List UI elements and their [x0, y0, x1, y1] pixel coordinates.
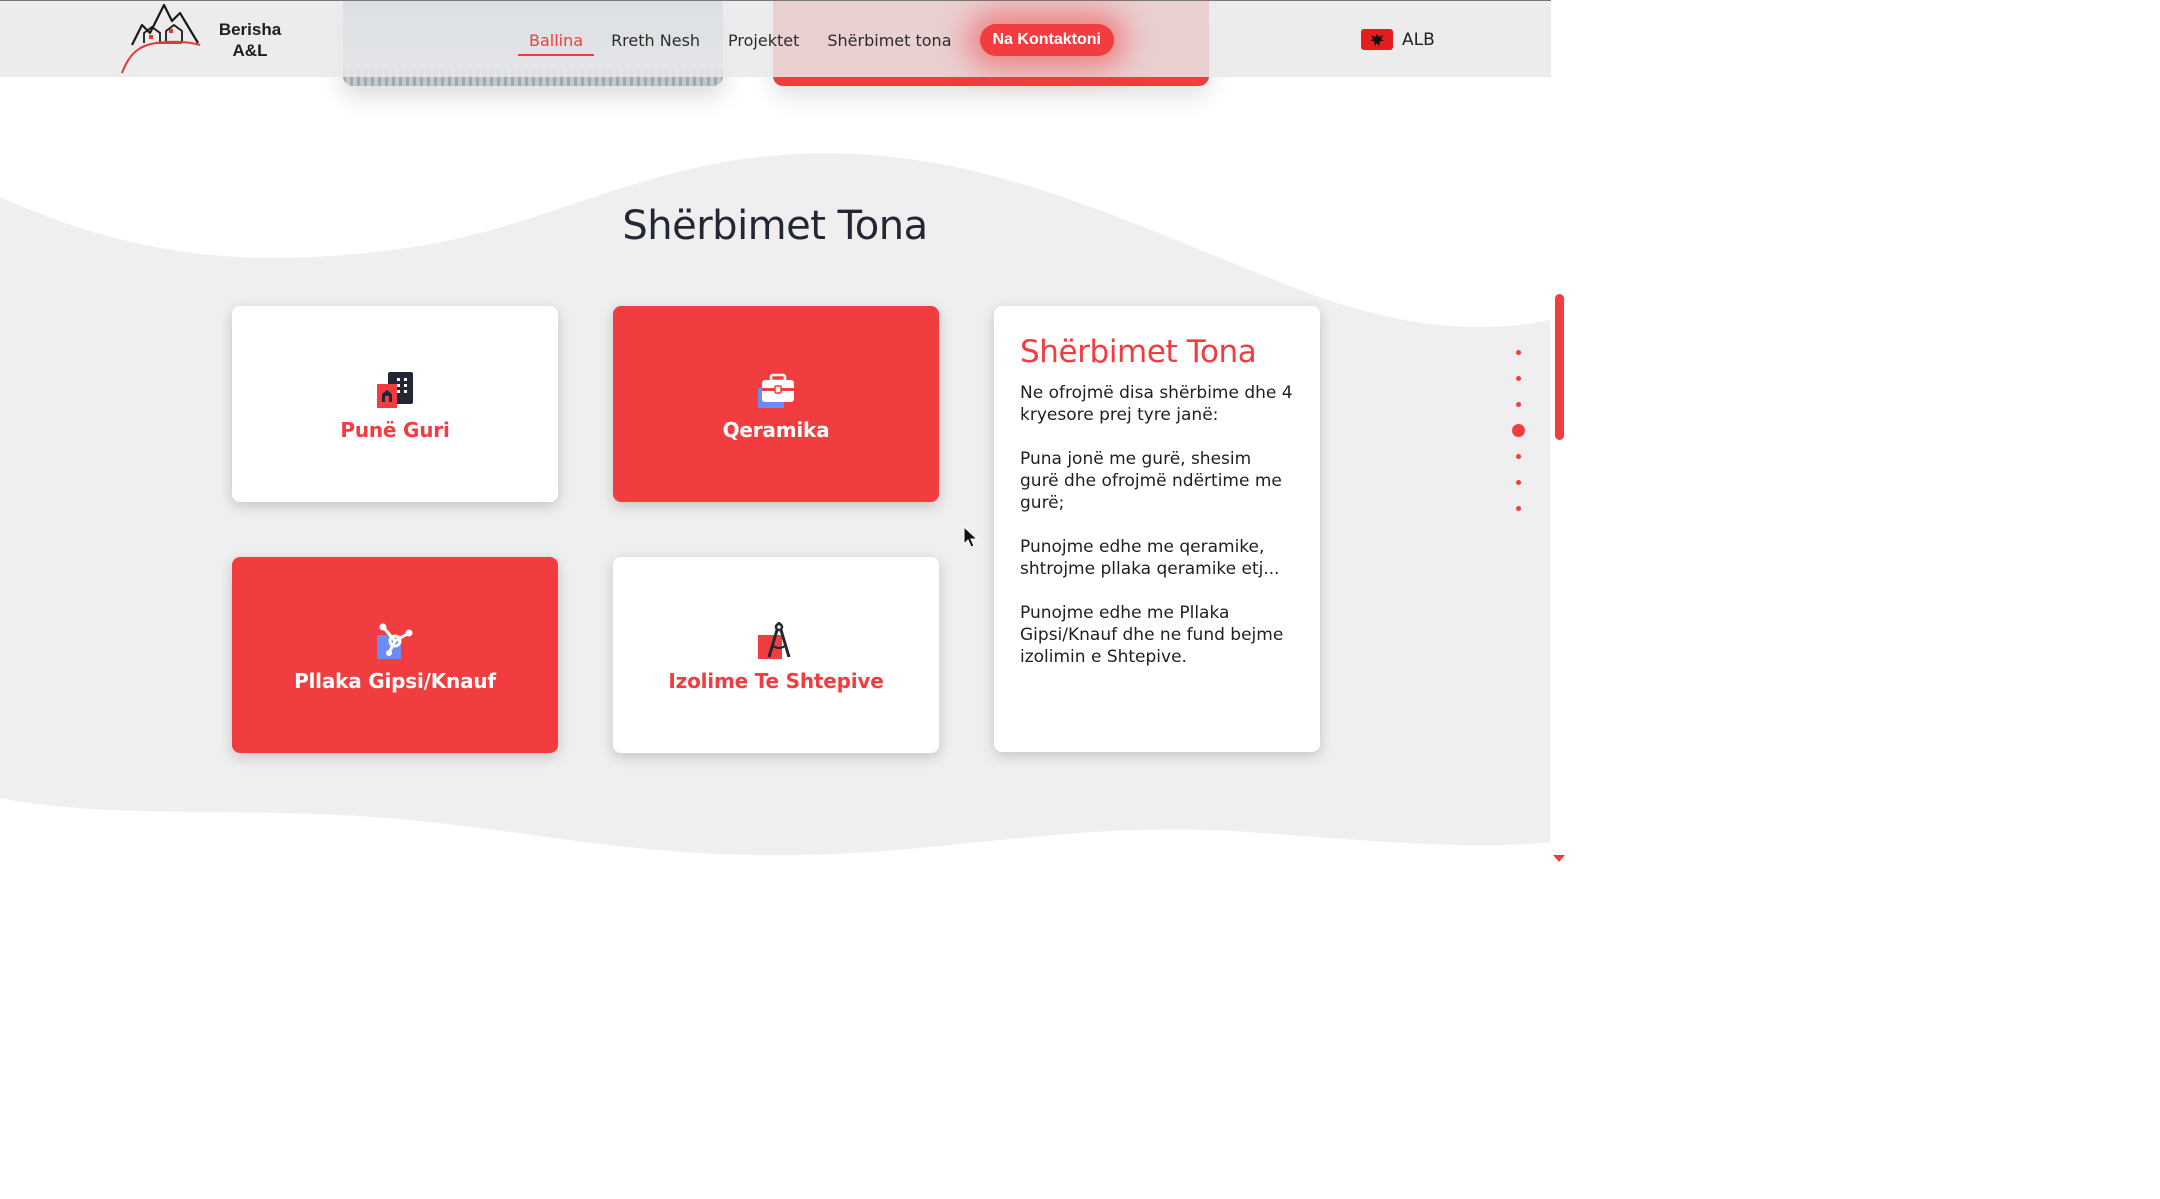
logo[interactable]: Berisha A&L — [120, 3, 295, 75]
card-label: Izolime Te Shtepive — [668, 669, 884, 693]
compass-icon — [758, 622, 791, 659]
scroll-down-arrow-icon[interactable] — [1553, 855, 1565, 862]
pager-dot[interactable] — [1515, 376, 1521, 381]
pager-dot[interactable] — [1515, 506, 1521, 511]
language-switcher[interactable]: ALB — [1361, 29, 1435, 50]
nav-about[interactable]: Rreth Nesh — [611, 25, 700, 56]
albania-flag-icon — [1361, 29, 1393, 50]
info-paragraph: Punojme edhe me Pllaka Gipsi/Knauf dhe n… — [1020, 603, 1284, 667]
nodes-icon — [377, 623, 413, 659]
card-label: Pllaka Gipsi/Knauf — [294, 669, 496, 693]
card-label: Qeramika — [722, 418, 830, 442]
section-title: Shërbimet Tona — [622, 203, 928, 249]
nav-services[interactable]: Shërbimet tona — [827, 25, 951, 56]
info-paragraph: Ne ofrojmë disa shërbime dhe 4 kryesore … — [1020, 383, 1293, 425]
nav-projects[interactable]: Projektet — [728, 25, 799, 56]
logo-text-line2: A&L — [232, 41, 268, 60]
logo-text: Berisha A&L — [210, 19, 290, 61]
pager-dot[interactable] — [1515, 454, 1521, 459]
toolbox-icon — [758, 373, 794, 408]
language-label: ALB — [1402, 29, 1435, 50]
nav-home[interactable]: Ballina — [518, 25, 595, 56]
service-card-insulation[interactable]: Izolime Te Shtepive — [613, 557, 939, 753]
service-card-stonework[interactable]: Punë Guri — [232, 306, 558, 502]
pager-dot-active[interactable] — [1512, 424, 1525, 437]
logo-text-line1: Berisha — [218, 20, 282, 39]
contact-button[interactable]: Na Kontaktoni — [979, 24, 1114, 56]
pager-dot[interactable] — [1515, 480, 1521, 485]
info-title: Shërbimet Tona — [1020, 334, 1257, 370]
services-info-card: Shërbimet Tona Ne ofrojmë disa shërbime … — [994, 306, 1320, 752]
pager-dot[interactable] — [1515, 350, 1521, 355]
info-paragraph: Punojme edhe me qeramike, shtrojme pllak… — [1020, 537, 1280, 579]
mountain-house-logo-icon — [121, 3, 201, 74]
info-paragraph: Puna jonë me gurë, shesim gurë dhe ofroj… — [1020, 449, 1282, 513]
main-nav: Ballina Rreth Nesh Projektet Shërbimet t… — [515, 23, 1114, 57]
section-pager — [1512, 350, 1525, 532]
building-icon — [377, 372, 413, 408]
card-label: Punë Guri — [340, 418, 450, 442]
scrollbar-thumb[interactable] — [1555, 294, 1564, 440]
service-card-plasterboard[interactable]: Pllaka Gipsi/Knauf — [232, 557, 558, 753]
page: Berisha A&L Ballina Rreth Nesh Projektet… — [0, 0, 1568, 870]
service-card-ceramics[interactable]: Qeramika — [613, 306, 939, 502]
site-header: Berisha A&L Ballina Rreth Nesh Projektet… — [0, 0, 1551, 77]
pager-dot[interactable] — [1515, 402, 1521, 407]
mouse-cursor-icon — [963, 526, 979, 548]
